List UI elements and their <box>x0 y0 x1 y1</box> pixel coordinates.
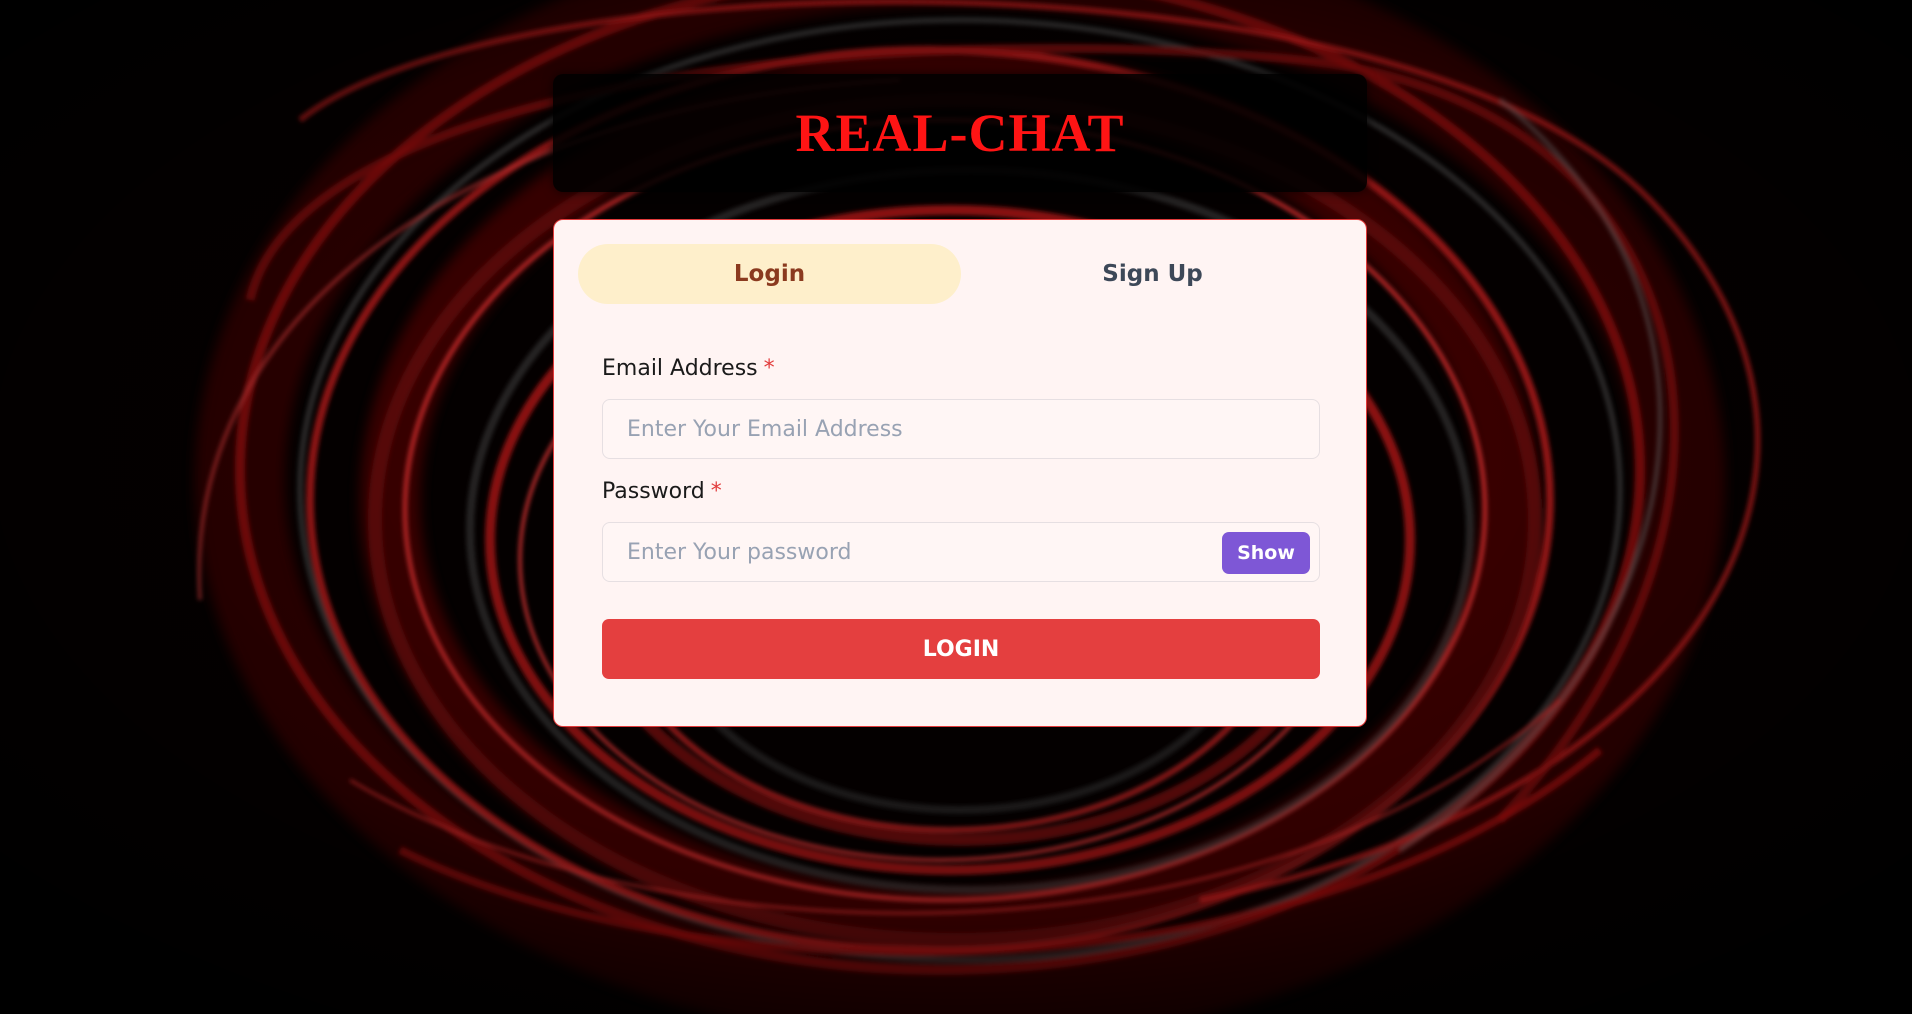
auth-tabs: Login Sign Up <box>578 244 1344 304</box>
auth-card: Login Sign Up Email Address* Password* S… <box>553 219 1367 727</box>
app-header: REAL-CHAT <box>553 74 1367 192</box>
password-field[interactable] <box>603 523 1319 581</box>
tab-sign-up[interactable]: Sign Up <box>961 244 1344 304</box>
email-field-wrapper <box>602 399 1320 459</box>
email-required-mark: * <box>763 356 775 381</box>
app-title: REAL-CHAT <box>795 103 1125 163</box>
password-field-wrapper: Show <box>602 522 1320 582</box>
show-password-button[interactable]: Show <box>1222 532 1310 574</box>
password-label: Password * <box>602 479 722 504</box>
password-required-mark: * <box>710 479 722 504</box>
tab-login[interactable]: Login <box>578 244 961 304</box>
password-label-text: Password <box>602 479 705 504</box>
email-field[interactable] <box>603 400 1319 458</box>
email-label: Email Address * <box>602 356 775 381</box>
email-label-text: Email Address <box>602 356 758 381</box>
login-button[interactable]: LOGIN <box>602 619 1320 679</box>
